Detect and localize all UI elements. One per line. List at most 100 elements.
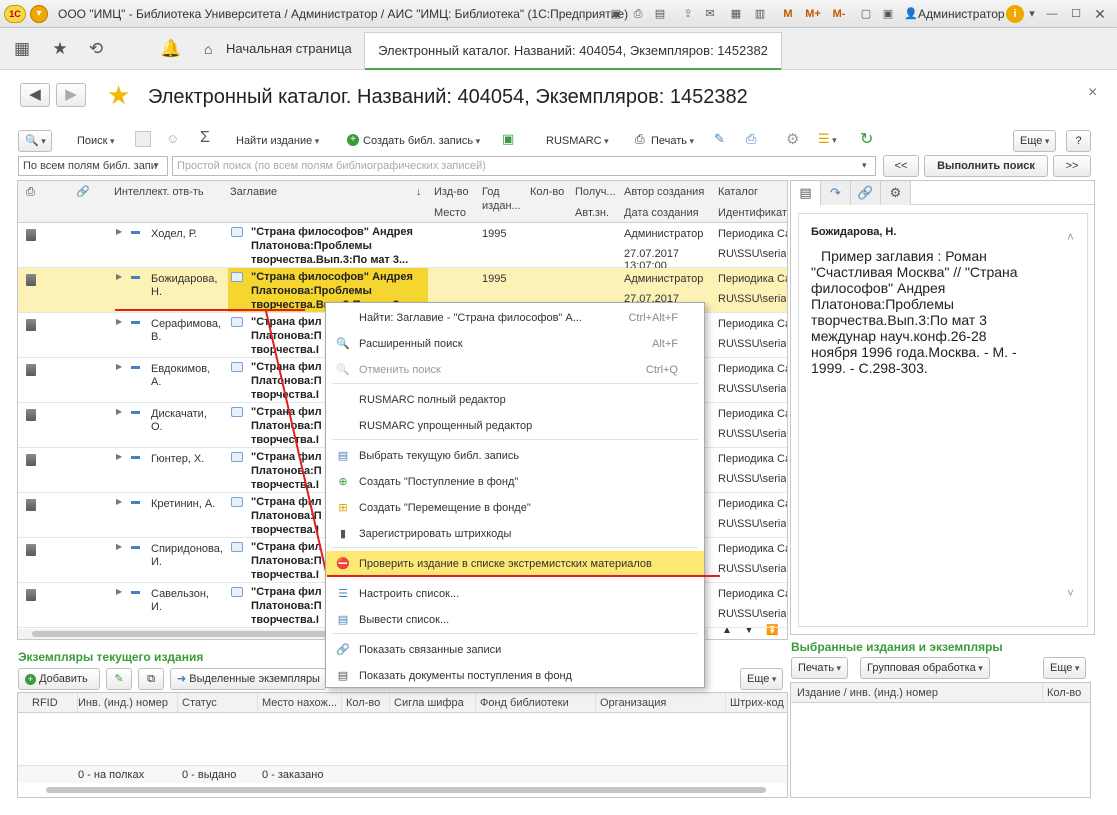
selected-print-button[interactable]: Печать	[791, 657, 849, 679]
col-count[interactable]: Кол-во	[342, 693, 390, 713]
menu-item[interactable]: 🔗 Показать связанные записи	[326, 637, 704, 663]
minimize-button[interactable]: —	[1044, 6, 1060, 22]
col-catalog[interactable]: Каталог	[718, 185, 758, 199]
tab-links[interactable]: 🔗	[851, 181, 881, 205]
col-inv[interactable]: Инв. (инд.) номер	[74, 693, 178, 713]
print-button[interactable]: Печать	[651, 134, 694, 148]
create-record-button[interactable]: Создать библ. запись	[363, 134, 480, 148]
scroll-down-icon[interactable]: ˅	[1067, 586, 1074, 600]
copy-copy-button[interactable]: ⧉	[138, 668, 164, 690]
expand-icon[interactable]: ▶	[116, 317, 122, 326]
print-icon[interactable]: ⎙	[630, 6, 646, 22]
selected-copies-button[interactable]: ➜ Выделенные экземпляры	[170, 668, 326, 690]
col-barcode[interactable]: Штрих-код	[726, 693, 786, 713]
expand-icon[interactable]: ▶	[116, 587, 122, 596]
tab-arrow[interactable]: ↷	[821, 181, 851, 205]
col-cipher[interactable]: Сигла шифра	[390, 693, 476, 713]
memory-plus-button[interactable]: M+	[802, 6, 824, 22]
save-icon[interactable]: ⇪	[680, 6, 696, 22]
filter-icon[interactable]	[135, 131, 151, 147]
more-button[interactable]: Еще	[1013, 130, 1057, 152]
search-dropdown-button[interactable]: 🔍	[18, 130, 52, 152]
list-menu-icon[interactable]: ☰	[818, 131, 837, 147]
tab-home[interactable]: ⌂ Начальная страница	[196, 28, 366, 70]
favorite-star-icon[interactable]: ★	[107, 80, 130, 111]
add-copy-button[interactable]: + Добавить	[18, 668, 100, 690]
menu-item[interactable]: Найти: Заглавие - "Страна философов" А..…	[326, 305, 704, 331]
tab-settings[interactable]: ⚙	[881, 181, 911, 205]
expand-icon[interactable]: ▶	[116, 452, 122, 461]
close-form-button[interactable]: ×	[1088, 84, 1097, 102]
info-icon[interactable]: i	[1006, 5, 1024, 23]
main-menu-button[interactable]: ▾	[30, 5, 48, 23]
history-icon[interactable]: ⟲	[86, 39, 106, 59]
back-button[interactable]: ◀	[20, 83, 50, 107]
run-search-button[interactable]: Выполнить поиск	[924, 155, 1048, 177]
new-doc-icon[interactable]: ▣	[502, 131, 514, 147]
col-count[interactable]: Кол-во	[1043, 683, 1090, 703]
col-status[interactable]: Статус	[178, 693, 258, 713]
col-author-sign[interactable]: Авт.зн.	[575, 206, 609, 220]
selected-editions-table[interactable]: Издание / инв. (инд.) номер Кол-во	[790, 682, 1091, 798]
notifications-bell-icon[interactable]: 🔔	[160, 39, 181, 59]
search-prev-button[interactable]: <<	[883, 155, 919, 177]
edit-copy-button[interactable]: ✎	[106, 668, 132, 690]
menu-item[interactable]: ⊕ Создать "Поступление в фонд"	[326, 469, 704, 495]
preview-icon[interactable]: ▤	[652, 6, 668, 22]
menu-item[interactable]: RUSMARC полный редактор	[326, 387, 704, 413]
expand-icon[interactable]: ▶	[116, 227, 122, 236]
menu-item[interactable]: 🔍 Расширенный поиск Alt+F	[326, 331, 704, 357]
menu-item[interactable]: ▤ Вывести список...	[326, 607, 704, 633]
tab-catalog[interactable]: Электронный каталог. Названий: 404054, Э…	[364, 32, 782, 70]
col-rfid[interactable]: RFID	[28, 693, 78, 713]
col-creator[interactable]: Автор создания	[624, 185, 704, 199]
apps-grid-icon[interactable]: ▦	[12, 39, 32, 59]
col-year[interactable]: Год издан...	[482, 185, 526, 213]
link-icon[interactable]: ▦	[728, 6, 744, 22]
col-fund[interactable]: Фонд библиотеки	[476, 693, 596, 713]
maximize-button[interactable]: ☐	[1068, 6, 1084, 22]
sum-icon[interactable]: Σ	[200, 129, 210, 147]
col-publisher[interactable]: Изд-во	[434, 185, 469, 199]
copies-scrollbar[interactable]	[46, 787, 766, 793]
expand-icon[interactable]: ▶	[116, 497, 122, 506]
help-button[interactable]: ?	[1066, 130, 1091, 152]
user-name[interactable]: Администратор	[918, 7, 1005, 21]
scope-dropdown-icon[interactable]: ▾	[154, 160, 159, 171]
forward-button[interactable]: ▶	[56, 83, 86, 107]
col-location[interactable]: Место нахож...	[258, 693, 342, 713]
find-person-icon[interactable]: ☺	[166, 131, 179, 146]
info-dropdown-icon[interactable]: ▾	[1024, 6, 1040, 22]
menu-item[interactable]: RUSMARC упрощенный редактор	[326, 413, 704, 439]
selected-more-button[interactable]: Еще	[1043, 657, 1087, 679]
search-menu-button[interactable]: Поиск	[77, 134, 115, 148]
close-window-button[interactable]: ✕	[1092, 6, 1108, 22]
printer-col-icon[interactable]: ⎙	[26, 185, 35, 199]
zoom-icon[interactable]: ▢	[858, 6, 874, 22]
scroll-up-icon[interactable]: ˄	[1067, 230, 1074, 244]
edit-doc-icon[interactable]: ✎	[714, 131, 725, 147]
col-identifier[interactable]: Идентификат	[718, 206, 787, 220]
menu-item[interactable]: ☰ Настроить список...	[326, 581, 704, 607]
tab-description[interactable]: ▤	[791, 181, 821, 205]
refresh-icon[interactable]: ↻	[860, 129, 873, 149]
print-settings-icon[interactable]: ⎙	[746, 131, 756, 147]
menu-item[interactable]: ▮ Зарегистрировать штрихкоды	[326, 521, 704, 547]
memory-minus-button[interactable]: M-	[828, 6, 850, 22]
favorites-icon[interactable]: ▣	[608, 6, 624, 22]
col-recipient[interactable]: Получ...	[575, 185, 616, 199]
email-icon[interactable]: ✉	[702, 6, 718, 22]
expand-icon[interactable]: ▶	[116, 272, 122, 281]
col-org[interactable]: Организация	[596, 693, 726, 713]
copies-table[interactable]: RFID Инв. (инд.) номер Статус Место нахо…	[17, 692, 788, 798]
col-place[interactable]: Место	[434, 206, 466, 220]
col-title[interactable]: Заглавие	[230, 185, 390, 199]
table-row[interactable]: ▶ Ходел, Р. "Страна философов" Андрея Пл…	[18, 223, 787, 272]
copies-more-button[interactable]: Еще	[740, 668, 784, 690]
col-qty[interactable]: Кол-во	[530, 185, 564, 199]
search-input[interactable]: Простой поиск (по всем полям библиографи…	[172, 156, 876, 176]
col-author[interactable]: Интеллект. отв-ть	[114, 185, 222, 199]
calendar-icon[interactable]: ▥	[752, 6, 768, 22]
menu-item[interactable]: ▤ Показать документы поступления в фонд	[326, 663, 704, 689]
expand-icon[interactable]: ▶	[116, 407, 122, 416]
